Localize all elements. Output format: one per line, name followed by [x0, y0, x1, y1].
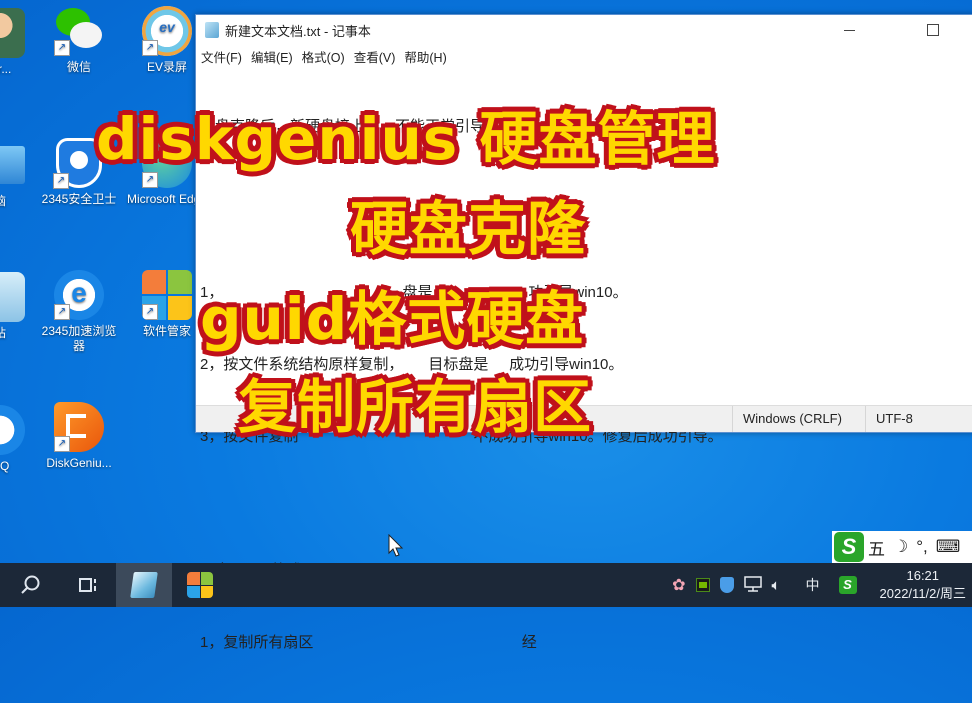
window-title: 新建文本文档.txt - 记事本 — [225, 23, 371, 39]
desktop-icon-label: QQ — [0, 459, 10, 473]
shortcut-arrow-icon: ↗ — [142, 40, 158, 56]
caption-copy-sectors: 复制所有扇区 — [238, 373, 593, 441]
menu-file[interactable]: 文件(F) — [201, 47, 242, 66]
volume-icon[interactable]: 🔈︎ — [772, 577, 781, 594]
system-tray: ✿ 🔈︎ 中 S 16:21 2022/11/2/周三 — [667, 563, 972, 607]
notepad-titlebar[interactable]: 新建文本文档.txt - 记事本 — [196, 15, 972, 45]
minimize-button[interactable] — [826, 15, 872, 45]
minimize-icon — [843, 29, 855, 31]
software-manager-icon — [187, 572, 213, 598]
software-manager-icon: ↗ — [142, 270, 192, 320]
network-icon[interactable] — [743, 575, 762, 595]
taskbar: ✿ 🔈︎ 中 S 16:21 2022/11/2/周三 — [0, 563, 972, 607]
sogou-tray-icon[interactable]: S — [838, 576, 857, 594]
maximize-icon — [927, 24, 939, 36]
nvidia-icon[interactable] — [695, 578, 710, 592]
shortcut-arrow-icon: ↗ — [142, 304, 158, 320]
wechat-icon: ↗ — [54, 6, 104, 56]
shortcut-arrow-icon: ↗ — [54, 436, 70, 452]
ev-recorder-icon: ev ↗ — [142, 6, 192, 56]
menu-help[interactable]: 帮助(H) — [404, 47, 446, 66]
menu-view[interactable]: 查看(V) — [354, 47, 396, 66]
desktop-icon-diskgenius[interactable]: ↗ DiskGeniu... — [37, 402, 121, 471]
security-shield-icon[interactable] — [719, 577, 734, 593]
notepad-app-icon — [130, 572, 158, 598]
desktop-icon-wechat[interactable]: ↗ 微信 — [37, 6, 121, 75]
shortcut-arrow-icon: ↗ — [53, 173, 69, 189]
desktop-icon-label: 微信 — [66, 60, 91, 74]
keyboard-icon[interactable]: ⌨ — [936, 537, 961, 557]
desktop-icon-label: str... — [0, 62, 12, 76]
shortcut-arrow-icon: ↗ — [54, 304, 70, 320]
qq-icon — [0, 405, 25, 455]
recycle-bin-icon — [0, 272, 25, 322]
caption-diskgenius: diskgenius 硬盘管理 — [96, 105, 716, 173]
desktop-icon-2345-browser[interactable]: e ↗ 2345加速浏览器 — [37, 270, 121, 354]
clock-time: 16:21 — [906, 568, 940, 583]
caption-guid-disk: guid格式硬盘 — [200, 285, 585, 353]
taskbar-notepad-button[interactable] — [116, 563, 172, 607]
editor-line: 1，复制所有扇区 经 — [200, 634, 537, 651]
menu-edit[interactable]: 编辑(E) — [251, 47, 293, 66]
menu-format[interactable]: 格式(O) — [302, 47, 345, 66]
desktop-icon-label: 脑 — [0, 194, 42, 209]
maximize-button[interactable] — [910, 15, 956, 45]
punctuation-icon[interactable]: °, — [916, 537, 928, 557]
task-view-button[interactable] — [60, 563, 116, 607]
desktop-icon-recycle-bin[interactable]: 站 — [0, 272, 42, 341]
shortcut-arrow-icon: ↗ — [54, 40, 70, 56]
clock-date: 2022/11/2/周三 — [879, 586, 966, 601]
clock[interactable]: 16:21 2022/11/2/周三 — [880, 567, 966, 603]
diskgenius-icon: ↗ — [54, 402, 104, 452]
desktop-icon-label: 2345加速浏览器 — [41, 324, 117, 353]
encoding-status: UTF-8 — [865, 406, 972, 432]
task-view-icon — [79, 578, 96, 592]
desktop-icon-computer[interactable]: 脑 — [0, 140, 42, 209]
user-avatar-icon — [0, 8, 25, 58]
notepad-app-icon — [205, 22, 219, 38]
desktop-icon-label: 2345安全卫士 — [41, 192, 117, 206]
caption-disk-clone: 硬盘克隆 — [350, 195, 587, 263]
ime-toolbar[interactable]: S 五 ☽ °, ⌨ — [832, 531, 972, 563]
desktop-icon-label: DiskGeniu... — [46, 456, 112, 470]
desktop-icon-label: 站 — [0, 326, 42, 341]
search-button[interactable] — [0, 563, 60, 607]
menu-bar: 文件(F) 编辑(E) 格式(O) 查看(V) 帮助(H) — [196, 45, 972, 67]
moon-icon[interactable]: ☽ — [893, 537, 908, 557]
computer-icon — [0, 146, 25, 184]
line-ending-status: Windows (CRLF) — [732, 406, 865, 432]
ime-mode[interactable]: 五 — [868, 535, 885, 560]
desktop-icon-qq[interactable]: QQ — [0, 405, 42, 474]
sogou-logo-icon[interactable]: S — [834, 532, 864, 562]
flower-app-icon[interactable]: ✿ — [672, 575, 685, 595]
desktop-icon-user[interactable]: str... — [0, 8, 42, 77]
2345-browser-icon: e ↗ — [54, 270, 104, 320]
search-icon — [21, 575, 40, 594]
taskbar-software-manager-button[interactable] — [172, 563, 228, 607]
input-language[interactable]: 中 — [806, 575, 820, 595]
mouse-cursor-icon — [388, 534, 404, 557]
